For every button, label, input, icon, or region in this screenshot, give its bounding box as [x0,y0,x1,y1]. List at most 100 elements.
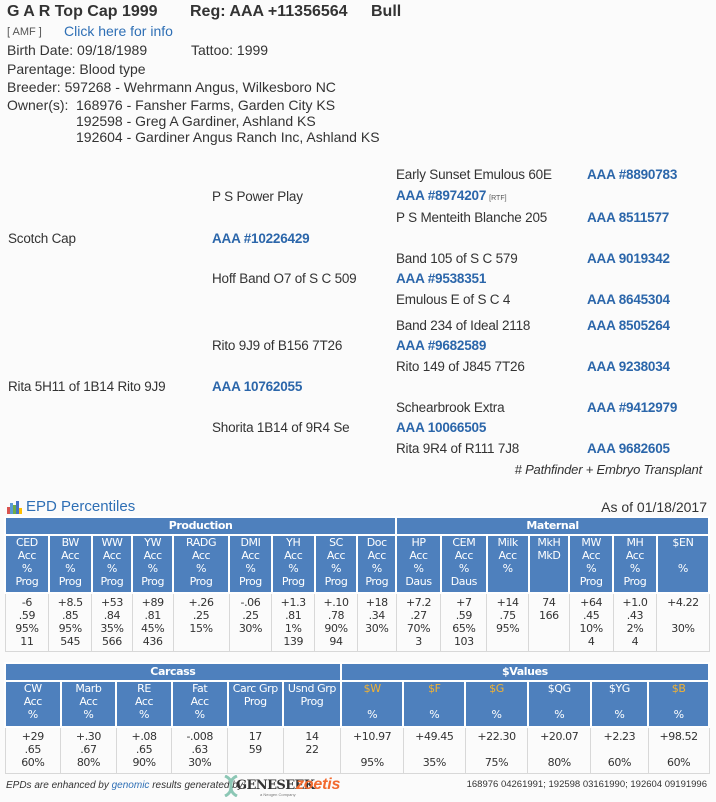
genomic-link[interactable]: genomic [112,780,150,791]
header-line [649,695,708,708]
pedigree-ss-reg[interactable]: AAA #8974207 [396,188,486,203]
value-line: .25 [192,609,210,622]
header-line: Acc [367,549,387,562]
header-line [342,695,403,708]
header-line: Milk [497,536,518,549]
column-header-ww: WW Acc% Prog [90,534,134,594]
pedigree-ddd-reg[interactable]: AAA 9682605 [587,441,670,456]
value-line [530,635,568,648]
pedigree-ds-reg[interactable]: AAA #9682589 [396,338,486,353]
pedigree-ssd-reg[interactable]: AAA 8511577 [587,210,669,225]
pedigree-sdd-name: Emulous E of S C 4 [396,292,511,307]
header-line: Prog [300,695,324,708]
parentage-value: Blood type [79,61,146,77]
header-line: Acc [454,549,474,562]
epd-value-mh: +1.0.43 2% 4 [612,593,658,652]
header-line: Acc [190,695,210,708]
zoetis-logo: zoetis [296,776,341,793]
header-line [530,562,569,575]
header-line [658,575,708,588]
epd-value-ced: -6.59 95% 11 [4,593,50,652]
header-line: % [413,562,424,575]
epd-value-bw: +8.5.85 95% 545 [48,593,93,652]
header-line [284,708,340,721]
header-line: MkD [537,549,561,562]
value-line: +49.45 [415,730,454,743]
value-line: 30% [188,756,212,769]
header-line [530,575,569,588]
bar-chart-icon [6,500,22,514]
tattoo-label: Tattoo: [191,42,234,58]
value-line: +29 [21,730,44,743]
header-line: % [491,708,502,721]
header-line: $W [363,682,381,695]
header-line: WW [101,536,123,549]
value-line: 95% [496,622,520,635]
production-maternal-column-headers: CED Acc% Prog BW Acc% Prog WW Acc% Prog YW Acc% Pro… [4,534,711,594]
header-line: Doc [366,536,387,549]
header-line: Prog [281,575,305,588]
breeder-label: Breeder: [7,79,61,95]
pedigree-sd-name: Hoff Band O7 of S C 509 [212,271,357,286]
epd-value-dollar-w: +10.97 95% [340,727,404,774]
value-line: 95% [15,622,39,635]
value-line: 139 [283,635,304,648]
epd-as-of-date: As of 01/18/2017 [601,499,707,515]
pedigree-dd-reg[interactable]: AAA 10066505 [396,420,486,435]
header-line: % [194,708,205,721]
pedigree-dsd-reg[interactable]: AAA 9238034 [587,359,670,374]
info-link[interactable]: Click here for info [64,23,173,39]
column-header-yw: YW Acc% Prog [131,534,175,594]
value-line: +8.5 [57,596,84,609]
pedigree-sdd-reg[interactable]: AAA 8645304 [587,292,670,307]
header-line: SC [329,536,343,549]
header-line [466,695,527,708]
value-line: 60% [21,756,45,769]
pedigree-ss-reg-row: AAA #8974207 [RTF] [396,187,507,205]
value-line: 60% [607,756,632,769]
value-line: .43 [626,609,644,622]
header-line [229,708,283,721]
pedigree-dss-reg[interactable]: AAA 8505264 [587,318,670,333]
value-line: .81 [285,609,302,622]
header-line: DMI [240,536,261,549]
value-line [658,609,707,622]
birth-date-label: Birth Date: [7,42,74,58]
header-line: % [554,708,565,721]
birth-date-row: Birth Date: 09/18/1989 [7,42,147,58]
value-line: -6 [21,596,33,609]
value-line: +20.07 [540,730,579,743]
pedigree-sire-reg[interactable]: AAA #10226429 [212,231,310,246]
epd-value-mw: +64.45 10% 4 [568,593,614,652]
production-maternal-values-row: -6.59 95% 11 +8.5.85 95% 545 +53.84 35% 566 +89.8… [4,593,710,652]
breeder-row: Breeder: 597268 - Wehrmann Angus, Wilkes… [7,79,336,95]
header-line: % [139,708,150,721]
tattoo-value: 1999 [236,42,269,58]
value-line [229,756,282,769]
header-line: Fat [192,682,208,695]
header-line: $B [671,682,686,695]
value-line [650,743,708,756]
pedigree-dam-reg[interactable]: AAA 10762055 [212,379,302,394]
header-line: % [106,562,117,575]
value-line: .65 [135,743,153,756]
pedigree-dd-name: Shorita 1B14 of 9R4 Se [212,420,350,435]
birth-date-value: 09/18/1989 [77,42,148,58]
header-line: Acc [143,549,163,562]
header-line: Prog [239,575,262,588]
column-header-cw: CW Acc% [4,680,62,728]
epd-value-ww: +53.84 35% 566 [91,593,133,652]
column-header-cem: CEM Acc% Daus [439,534,488,594]
epd-value-dollar-b: +98.52 60% [647,727,710,774]
header-line: % [245,562,256,575]
header-line: Prog [324,575,348,588]
value-line: 45% [141,622,165,635]
pedigree-dds-reg[interactable]: AAA #9412979 [587,400,677,415]
pedigree-sss-reg[interactable]: AAA #8890783 [587,167,677,182]
pedigree-sd-reg[interactable]: AAA #9538351 [396,271,486,286]
header-line: Acc [61,549,80,562]
value-line [285,756,340,769]
pedigree-sds-reg[interactable]: AAA 9019342 [587,251,670,266]
pedigree-ss-name: P S Power Play [212,189,303,204]
value-line: +14 [496,596,519,609]
